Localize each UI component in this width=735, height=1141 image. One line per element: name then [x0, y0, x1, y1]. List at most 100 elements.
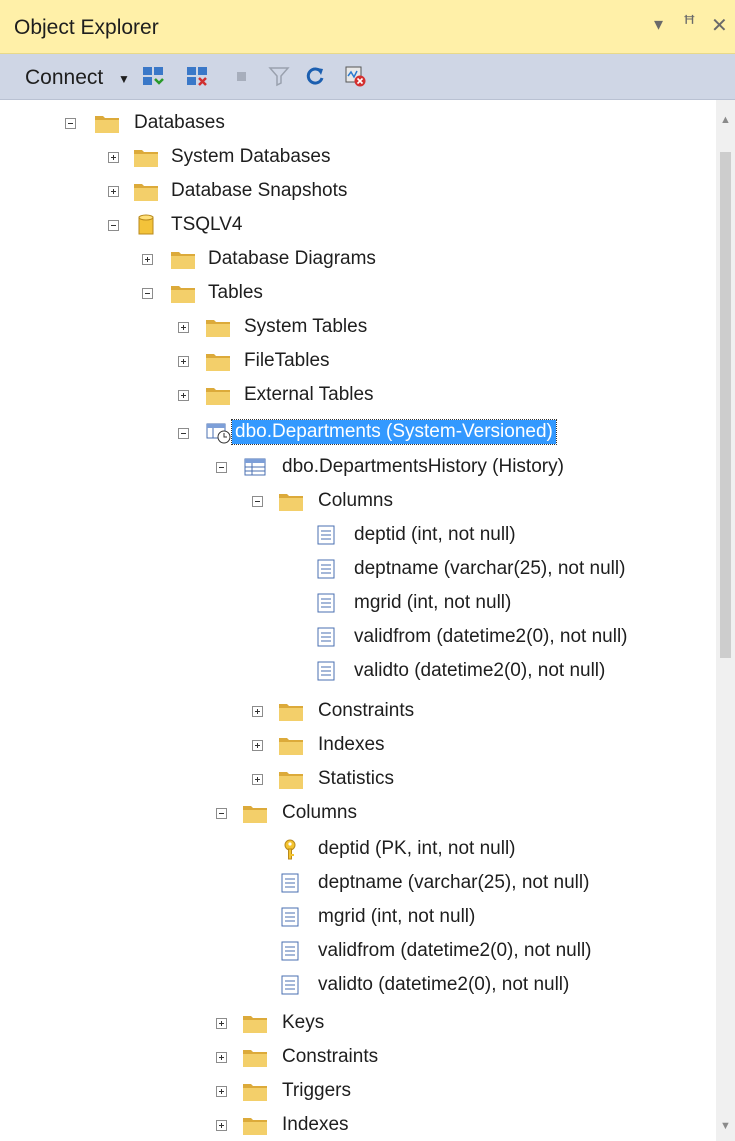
tree-node-label[interactable]: Columns — [318, 490, 393, 512]
collapse-icon[interactable] — [252, 496, 263, 507]
column-icon — [277, 940, 303, 962]
tree-node-label[interactable]: Keys — [282, 1012, 324, 1034]
stop-icon[interactable] — [229, 64, 253, 88]
tree-node-history-columns[interactable]: Columns — [0, 484, 716, 518]
collapse-icon[interactable] — [108, 220, 119, 231]
tree-node-databases[interactable]: Databases — [0, 106, 716, 140]
scroll-down-icon[interactable]: ▼ — [720, 1120, 731, 1132]
folder-icon — [170, 282, 196, 304]
tree-node-history-constraints[interactable]: Constraints — [0, 694, 716, 728]
tree-node-column[interactable]: validfrom (datetime2(0), not null) — [0, 620, 716, 654]
dropdown-icon[interactable]: ▾ — [654, 14, 663, 35]
tree-node-tables[interactable]: Tables — [0, 276, 716, 310]
tree-node-constraints[interactable]: Constraints — [0, 1040, 716, 1074]
pin-icon[interactable]: ꟸ — [683, 11, 696, 37]
expand-icon[interactable] — [252, 706, 263, 717]
disconnect-icon[interactable] — [185, 64, 209, 88]
tree-node-label[interactable]: Triggers — [282, 1080, 351, 1102]
tree-node-triggers[interactable]: Triggers — [0, 1074, 716, 1108]
tree-node-column[interactable]: validto (datetime2(0), not null) — [0, 968, 716, 1002]
tree-node-label[interactable]: Columns — [282, 802, 357, 824]
refresh-icon[interactable] — [303, 64, 327, 88]
tree-node-system-tables[interactable]: System Tables — [0, 310, 716, 344]
tree-node-label[interactable]: Database Snapshots — [171, 180, 347, 202]
tree-node-label[interactable]: deptname (varchar(25), not null) — [354, 558, 625, 580]
tree-node-history-statistics[interactable]: Statistics — [0, 762, 716, 796]
tree-node-label[interactable]: dbo.DepartmentsHistory (History) — [282, 456, 564, 478]
expand-icon[interactable] — [252, 774, 263, 785]
tree-node-label[interactable]: System Databases — [171, 146, 330, 168]
tree-node-database-snapshots[interactable]: Database Snapshots — [0, 174, 716, 208]
filter-icon[interactable] — [267, 64, 291, 88]
expand-icon[interactable] — [108, 186, 119, 197]
tree-node-label[interactable]: Statistics — [318, 768, 394, 790]
collapse-icon[interactable] — [216, 462, 227, 473]
folder-icon — [170, 248, 196, 270]
expand-icon[interactable] — [216, 1120, 227, 1131]
tree-node-dbo-departments[interactable]: dbo.Departments (System-Versioned) — [0, 416, 716, 450]
tree-node-label[interactable]: FileTables — [244, 350, 330, 372]
tree-node-column[interactable]: mgrid (int, not null) — [0, 900, 716, 934]
tree-node-label[interactable]: System Tables — [244, 316, 367, 338]
collapse-icon[interactable] — [216, 808, 227, 819]
connect-button[interactable]: Connect — [25, 66, 103, 90]
expand-icon[interactable] — [178, 390, 189, 401]
expand-icon[interactable] — [178, 322, 189, 333]
tree-node-tsqlv4[interactable]: TSQLV4 — [0, 208, 716, 242]
collapse-icon[interactable] — [65, 118, 76, 129]
expand-icon[interactable] — [252, 740, 263, 751]
tree-node-column[interactable]: mgrid (int, not null) — [0, 586, 716, 620]
collapse-icon[interactable] — [178, 428, 189, 439]
tree-node-system-databases[interactable]: System Databases — [0, 140, 716, 174]
tree-node-external-tables[interactable]: External Tables — [0, 378, 716, 412]
expand-icon[interactable] — [216, 1052, 227, 1063]
tree-node-label[interactable]: Constraints — [282, 1046, 378, 1068]
tree-node-label[interactable]: validto (datetime2(0), not null) — [354, 660, 605, 682]
tree-node-label[interactable]: External Tables — [244, 384, 374, 406]
tree-node-label[interactable]: deptid (PK, int, not null) — [318, 838, 516, 860]
tree-node-label[interactable]: Indexes — [318, 734, 385, 756]
folder-icon — [94, 112, 120, 134]
collapse-icon[interactable] — [142, 288, 153, 299]
tree-node-departments-history[interactable]: dbo.DepartmentsHistory (History) — [0, 450, 716, 484]
tree-node-keys[interactable]: Keys — [0, 1006, 716, 1040]
tree-node-column[interactable]: validfrom (datetime2(0), not null) — [0, 934, 716, 968]
tree-node-column[interactable]: validto (datetime2(0), not null) — [0, 654, 716, 688]
expand-icon[interactable] — [178, 356, 189, 367]
tree-node-label[interactable]: Constraints — [318, 700, 414, 722]
close-icon[interactable]: ✕ — [711, 13, 728, 38]
tree-node-label[interactable]: Indexes — [282, 1114, 349, 1136]
expand-icon[interactable] — [142, 254, 153, 265]
tree-node-label[interactable]: Databases — [134, 112, 225, 134]
expand-icon[interactable] — [216, 1018, 227, 1029]
scroll-up-icon[interactable]: ▲ — [720, 114, 731, 126]
connect-dropdown-icon[interactable]: ▼ — [118, 72, 130, 86]
expand-icon[interactable] — [216, 1086, 227, 1097]
tree-node-label[interactable]: mgrid (int, not null) — [318, 906, 475, 928]
tree-node-label[interactable]: TSQLV4 — [171, 214, 242, 236]
tree-node-label[interactable]: validto (datetime2(0), not null) — [318, 974, 569, 996]
column-icon — [313, 660, 339, 682]
tree-node-label[interactable]: validfrom (datetime2(0), not null) — [318, 940, 592, 962]
tree-node-column[interactable]: deptname (varchar(25), not null) — [0, 866, 716, 900]
expand-icon[interactable] — [108, 152, 119, 163]
tree-node-column[interactable]: deptid (int, not null) — [0, 518, 716, 552]
tree-node-column[interactable]: deptname (varchar(25), not null) — [0, 552, 716, 586]
vertical-scrollbar[interactable]: ▲ ▼ — [716, 100, 735, 1141]
tree-node-column[interactable]: deptid (PK, int, not null) — [0, 832, 716, 866]
tree-node-label[interactable]: deptid (int, not null) — [354, 524, 516, 546]
tree-node-label-selected[interactable]: dbo.Departments (System-Versioned) — [231, 419, 557, 445]
tree-node-filetables[interactable]: FileTables — [0, 344, 716, 378]
tree-node-columns[interactable]: Columns — [0, 796, 716, 830]
scrollbar-thumb[interactable] — [720, 152, 731, 658]
tree-node-label[interactable]: Tables — [208, 282, 263, 304]
tree-node-database-diagrams[interactable]: Database Diagrams — [0, 242, 716, 276]
tree-node-label[interactable]: mgrid (int, not null) — [354, 592, 511, 614]
tree-node-indexes[interactable]: Indexes — [0, 1108, 716, 1141]
tree-node-label[interactable]: deptname (varchar(25), not null) — [318, 872, 589, 894]
tree-node-label[interactable]: Database Diagrams — [208, 248, 376, 270]
activity-monitor-icon[interactable] — [343, 64, 367, 88]
tree-node-label[interactable]: validfrom (datetime2(0), not null) — [354, 626, 628, 648]
connect-object-explorer-icon[interactable] — [141, 64, 165, 88]
tree-node-history-indexes[interactable]: Indexes — [0, 728, 716, 762]
